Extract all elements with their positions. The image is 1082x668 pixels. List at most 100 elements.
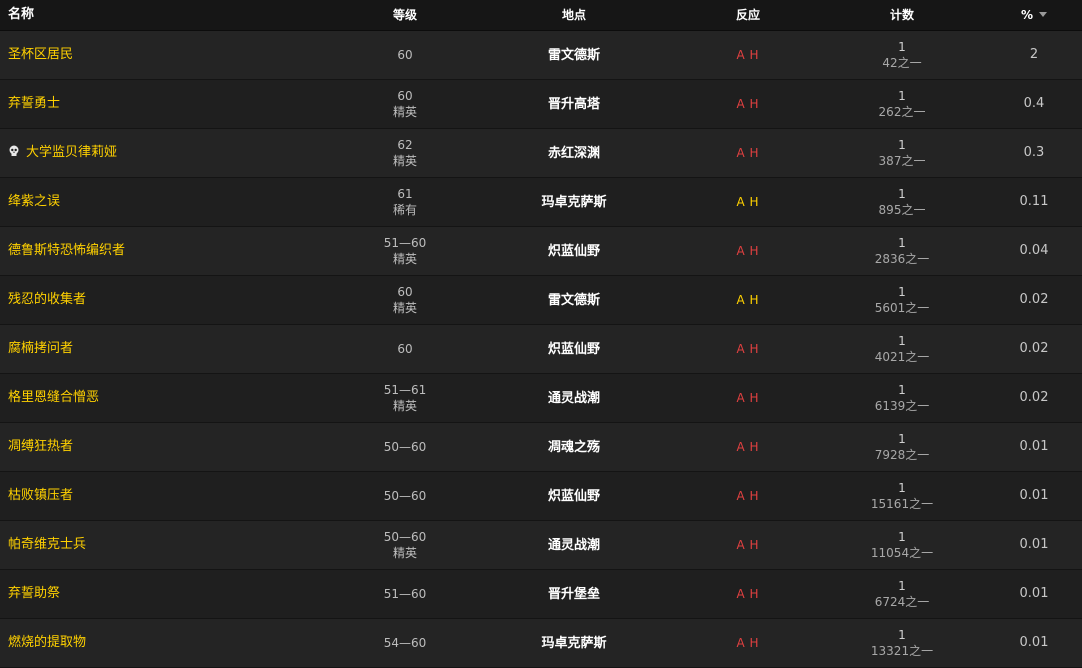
level-cell: 51—61 精英	[340, 382, 470, 414]
level-classification: 精英	[392, 399, 417, 413]
level-cell: 54—60	[340, 635, 470, 651]
npc-name-link[interactable]: 帕奇维克士兵	[8, 537, 86, 552]
reaction-alliance: A	[736, 489, 746, 503]
reaction-horde: H	[749, 97, 760, 111]
count-cell: 1 2836之一	[818, 235, 986, 267]
skull-icon	[9, 145, 19, 156]
npc-name-link[interactable]: 枯败镇压者	[8, 488, 73, 503]
reaction-horde: H	[749, 489, 760, 503]
level-value: 60	[397, 48, 413, 62]
table-row[interactable]: 枯败镇压者 50—60 炽蓝仙野 A H 1 15161之一 0.01	[0, 472, 1082, 521]
level-classification: 精英	[392, 252, 417, 266]
npc-name-cell: 凋缚狂热者	[0, 439, 340, 455]
count-cell: 1 15161之一	[818, 480, 986, 512]
column-header-count[interactable]: 计数	[818, 7, 986, 23]
column-header-reaction-label: 反应	[735, 8, 760, 22]
table-row[interactable]: 弃誓勇士 60 精英 晋升高塔 A H 1 262之一 0.4	[0, 80, 1082, 129]
reaction-alliance: A	[736, 636, 746, 650]
table-row[interactable]: 德鲁斯特恐怖编织者 51—60 精英 炽蓝仙野 A H 1 2836之一 0.04	[0, 227, 1082, 276]
location-link[interactable]: 凋魂之殇	[548, 440, 600, 455]
drop-count: 1	[898, 628, 906, 642]
location-cell: 通灵战潮	[470, 537, 678, 554]
reaction-alliance: A	[736, 538, 746, 552]
location-cell: 雷文德斯	[470, 47, 678, 64]
table-row[interactable]: 帕奇维克士兵 50—60 精英 通灵战潮 A H 1 11054之一 0.01	[0, 521, 1082, 570]
npc-name-link[interactable]: 德鲁斯特恐怖编织者	[8, 243, 125, 258]
location-link[interactable]: 赤红深渊	[548, 146, 600, 161]
npc-name-link[interactable]: 残忍的收集者	[8, 292, 86, 307]
npc-name-link[interactable]: 大学监贝律莉娅	[26, 145, 117, 160]
npc-name-cell: 格里恩缝合憎恶	[0, 390, 340, 406]
location-link[interactable]: 玛卓克萨斯	[541, 636, 606, 651]
level-value: 50—60	[383, 489, 427, 503]
reaction-alliance: A	[736, 342, 746, 356]
table-row[interactable]: 凋缚狂热者 50—60 凋魂之殇 A H 1 7928之一 0.01	[0, 423, 1082, 472]
location-link[interactable]: 通灵战潮	[548, 391, 600, 406]
npc-name-link[interactable]: 凋缚狂热者	[8, 439, 73, 454]
reaction-alliance: A	[736, 440, 746, 454]
location-cell: 玛卓克萨斯	[470, 635, 678, 652]
drop-percent: 0.4	[1023, 96, 1045, 111]
column-header-level[interactable]: 等级	[340, 7, 470, 23]
npc-name-link[interactable]: 弃誓勇士	[8, 96, 60, 111]
table-row[interactable]: 圣杯区居民 60 雷文德斯 A H 1 42之一 2	[0, 31, 1082, 80]
reaction-cell: A H	[678, 194, 818, 210]
npc-name-link[interactable]: 绛紫之误	[8, 194, 60, 209]
location-link[interactable]: 雷文德斯	[548, 293, 600, 308]
drop-count-total: 13321之一	[870, 644, 934, 658]
column-header-location[interactable]: 地点	[470, 7, 678, 23]
npc-name-cell: 弃誓助祭	[0, 586, 340, 602]
table-row[interactable]: 大学监贝律莉娅 62 精英 赤红深渊 A H 1 387之一 0.3	[0, 129, 1082, 178]
location-link[interactable]: 晋升堡垒	[548, 587, 600, 602]
count-cell: 1 13321之一	[818, 627, 986, 659]
location-link[interactable]: 炽蓝仙野	[548, 244, 600, 259]
location-link[interactable]: 炽蓝仙野	[548, 342, 600, 357]
npc-name-link[interactable]: 弃誓助祭	[8, 586, 60, 601]
count-cell: 1 42之一	[818, 39, 986, 71]
reaction-horde: H	[749, 538, 760, 552]
location-cell: 炽蓝仙野	[470, 488, 678, 505]
table-row[interactable]: 残忍的收集者 60 精英 雷文德斯 A H 1 5601之一 0.02	[0, 276, 1082, 325]
location-link[interactable]: 炽蓝仙野	[548, 489, 600, 504]
location-link[interactable]: 雷文德斯	[548, 48, 600, 63]
column-header-name[interactable]: 名称	[0, 7, 340, 23]
drop-count: 1	[898, 383, 906, 397]
percent-cell: 0.4	[986, 96, 1082, 112]
column-header-location-label: 地点	[561, 8, 586, 22]
column-header-name-label: 名称	[8, 7, 35, 22]
reaction-alliance: A	[736, 244, 746, 258]
npc-name-link[interactable]: 格里恩缝合憎恶	[8, 390, 99, 405]
table-header: 名称 等级 地点 反应 计数 %	[0, 0, 1082, 31]
table-row[interactable]: 格里恩缝合憎恶 51—61 精英 通灵战潮 A H 1 6139之一 0.02	[0, 374, 1082, 423]
drop-count-total: 11054之一	[870, 546, 934, 560]
npc-name-link[interactable]: 圣杯区居民	[8, 47, 73, 62]
drop-count: 1	[898, 138, 906, 152]
level-cell: 60 精英	[340, 284, 470, 316]
reaction-horde: H	[749, 195, 760, 209]
column-header-percent[interactable]: %	[986, 7, 1082, 23]
npc-name-cell: 枯败镇压者	[0, 488, 340, 504]
percent-cell: 0.01	[986, 635, 1082, 651]
percent-cell: 0.11	[986, 194, 1082, 210]
drop-percent: 0.01	[1019, 537, 1049, 552]
drop-count-total: 262之一	[878, 105, 926, 119]
reaction-alliance: A	[736, 293, 746, 307]
column-header-reaction[interactable]: 反应	[678, 7, 818, 23]
level-cell: 50—60 精英	[340, 529, 470, 561]
level-classification: 精英	[392, 154, 417, 168]
drop-count-total: 7928之一	[874, 448, 930, 462]
npc-name-link[interactable]: 燃烧的提取物	[8, 635, 86, 650]
count-cell: 1 262之一	[818, 88, 986, 120]
table-row[interactable]: 腐楠拷问者 60 炽蓝仙野 A H 1 4021之一 0.02	[0, 325, 1082, 374]
table-row[interactable]: 弃誓助祭 51—60 晋升堡垒 A H 1 6724之一 0.01	[0, 570, 1082, 619]
location-link[interactable]: 晋升高塔	[548, 97, 600, 112]
reaction-cell: A H	[678, 341, 818, 357]
table-row[interactable]: 燃烧的提取物 54—60 玛卓克萨斯 A H 1 13321之一 0.01	[0, 619, 1082, 668]
table-row[interactable]: 绛紫之误 61 稀有 玛卓克萨斯 A H 1 895之一 0.11	[0, 178, 1082, 227]
drop-count: 1	[898, 481, 906, 495]
reaction-alliance: A	[736, 391, 746, 405]
npc-name-link[interactable]: 腐楠拷问者	[8, 341, 73, 356]
location-link[interactable]: 通灵战潮	[548, 538, 600, 553]
location-link[interactable]: 玛卓克萨斯	[541, 195, 606, 210]
reaction-horde: H	[749, 48, 760, 62]
